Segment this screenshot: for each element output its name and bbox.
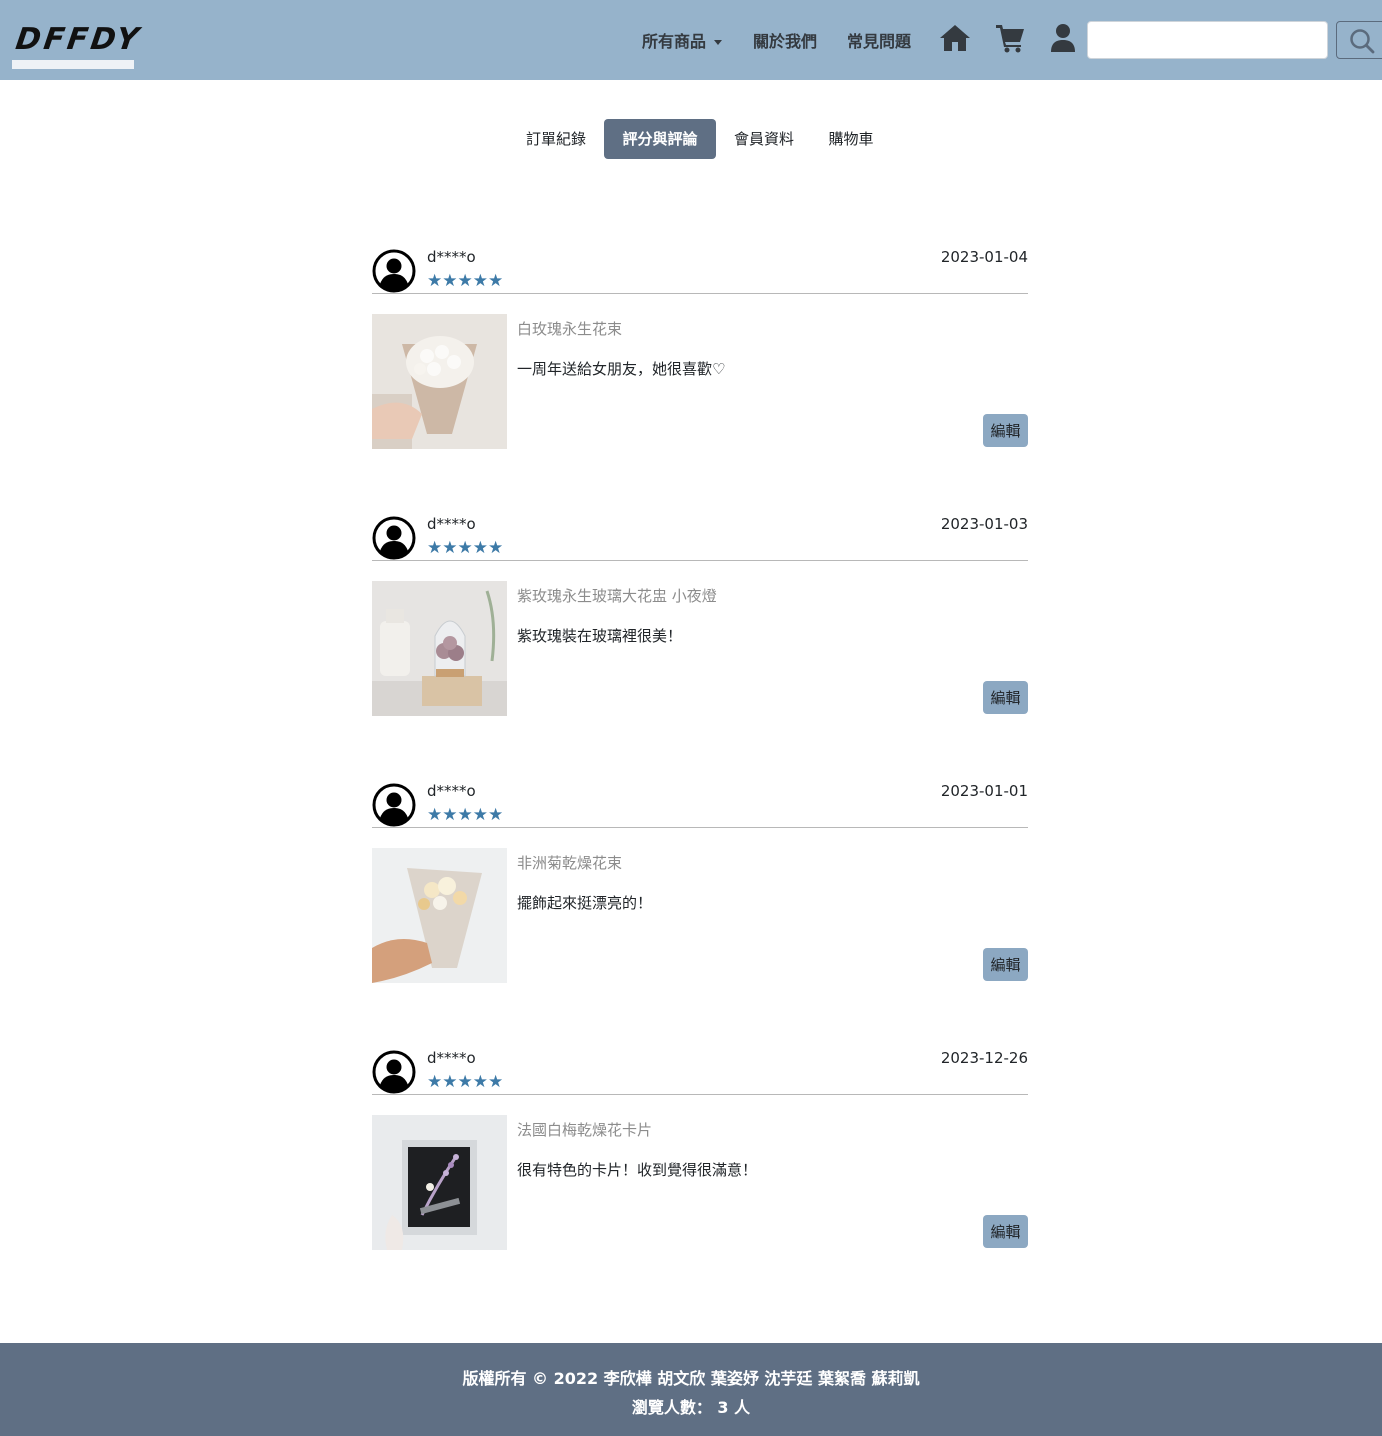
nav-about-us[interactable]: 關於我們 <box>753 28 817 52</box>
user-icon[interactable] <box>1050 23 1076 57</box>
caret-down-icon <box>714 40 723 45</box>
logo-underline <box>12 60 134 69</box>
account-tabs: 訂單紀錄 評分與評論 會員資料 購物車 <box>0 119 1382 159</box>
divider <box>372 1094 1028 1095</box>
review-date: 2023-01-04 <box>940 248 1028 266</box>
divider <box>372 827 1028 828</box>
star-rating: ★★★★★ <box>427 271 504 291</box>
nav-all-products-label: 所有商品 <box>642 32 707 51</box>
review-comment: 擺飾起來挺漂亮的！ <box>517 894 653 912</box>
star-rating: ★★★★★ <box>427 805 504 825</box>
product-image[interactable] <box>372 314 507 449</box>
reviewer-name: d****o <box>427 515 476 533</box>
navbar: DFFDY 所有商品 關於我們 常見問題 <box>0 0 1382 80</box>
edit-review-button[interactable]: 編輯 <box>983 414 1028 447</box>
divider <box>372 560 1028 561</box>
nav-faq[interactable]: 常見問題 <box>847 28 911 52</box>
divider <box>372 293 1028 294</box>
edit-review-button[interactable]: 編輯 <box>983 681 1028 714</box>
avatar-icon <box>372 783 416 827</box>
nav-all-products-dropdown[interactable]: 所有商品 <box>642 28 723 52</box>
tab-order-history[interactable]: 訂單紀錄 <box>508 119 604 159</box>
reviewer-name: d****o <box>427 248 476 266</box>
product-name[interactable]: 紫玫瑰永生玻璃大花盅 小夜燈 <box>517 585 717 606</box>
search-button[interactable] <box>1336 21 1382 59</box>
home-icon[interactable] <box>939 23 971 57</box>
product-image[interactable] <box>372 848 507 983</box>
avatar-icon <box>372 1050 416 1094</box>
tab-shopping-cart[interactable]: 購物車 <box>812 119 890 159</box>
reviewer-name: d****o <box>427 782 476 800</box>
avatar-icon <box>372 249 416 293</box>
product-name[interactable]: 白玫瑰永生花束 <box>517 318 622 339</box>
star-rating: ★★★★★ <box>427 1072 504 1092</box>
tab-ratings-reviews[interactable]: 評分與評論 <box>604 119 716 159</box>
tab-member-info[interactable]: 會員資料 <box>716 119 812 159</box>
logo-text: DFFDY <box>13 22 144 57</box>
review-card: d****o ★★★★★ 2023-12-26 法國白梅乾燥花卡片 很有特色的卡… <box>372 1049 1028 1259</box>
review-comment: 一周年送給女朋友，她很喜歡♡ <box>517 360 726 378</box>
product-name[interactable]: 非洲菊乾燥花束 <box>517 852 622 873</box>
product-image[interactable] <box>372 581 507 716</box>
review-card: d****o ★★★★★ 2023-01-01 非洲菊乾燥花束 擺飾起來挺漂亮的… <box>372 782 1028 992</box>
cart-icon[interactable] <box>995 23 1025 57</box>
footer: 版權所有 © 2022 李欣樺 胡文欣 葉姿妤 沈芋廷 葉絮喬 蘇莉凱 瀏覽人數… <box>0 1343 1382 1436</box>
search-input[interactable] <box>1087 21 1328 59</box>
review-card: d****o ★★★★★ 2023-01-03 紫玫瑰永生玻璃大花盅 小夜燈 紫… <box>372 515 1028 725</box>
review-date: 2023-01-03 <box>940 515 1028 533</box>
logo[interactable]: DFFDY <box>12 22 144 70</box>
footer-visitor-count: 瀏覽人數： 3 人 <box>631 1398 751 1417</box>
review-date: 2023-01-01 <box>940 782 1028 800</box>
edit-review-button[interactable]: 編輯 <box>983 948 1028 981</box>
edit-review-button[interactable]: 編輯 <box>983 1215 1028 1248</box>
review-date: 2023-12-26 <box>940 1049 1028 1067</box>
avatar-icon <box>372 516 416 560</box>
footer-copyright: 版權所有 © 2022 李欣樺 胡文欣 葉姿妤 沈芋廷 葉絮喬 蘇莉凱 <box>462 1369 920 1388</box>
product-image[interactable] <box>372 1115 507 1250</box>
product-name[interactable]: 法國白梅乾燥花卡片 <box>517 1119 652 1140</box>
review-comment: 紫玫瑰裝在玻璃裡很美！ <box>517 627 683 645</box>
star-rating: ★★★★★ <box>427 538 504 558</box>
review-card: d****o ★★★★★ 2023-01-04 白玫瑰永生花束 一周年送給女朋友… <box>372 248 1028 458</box>
reviewer-name: d****o <box>427 1049 476 1067</box>
review-comment: 很有特色的卡片！收到覺得很滿意！ <box>517 1161 758 1179</box>
